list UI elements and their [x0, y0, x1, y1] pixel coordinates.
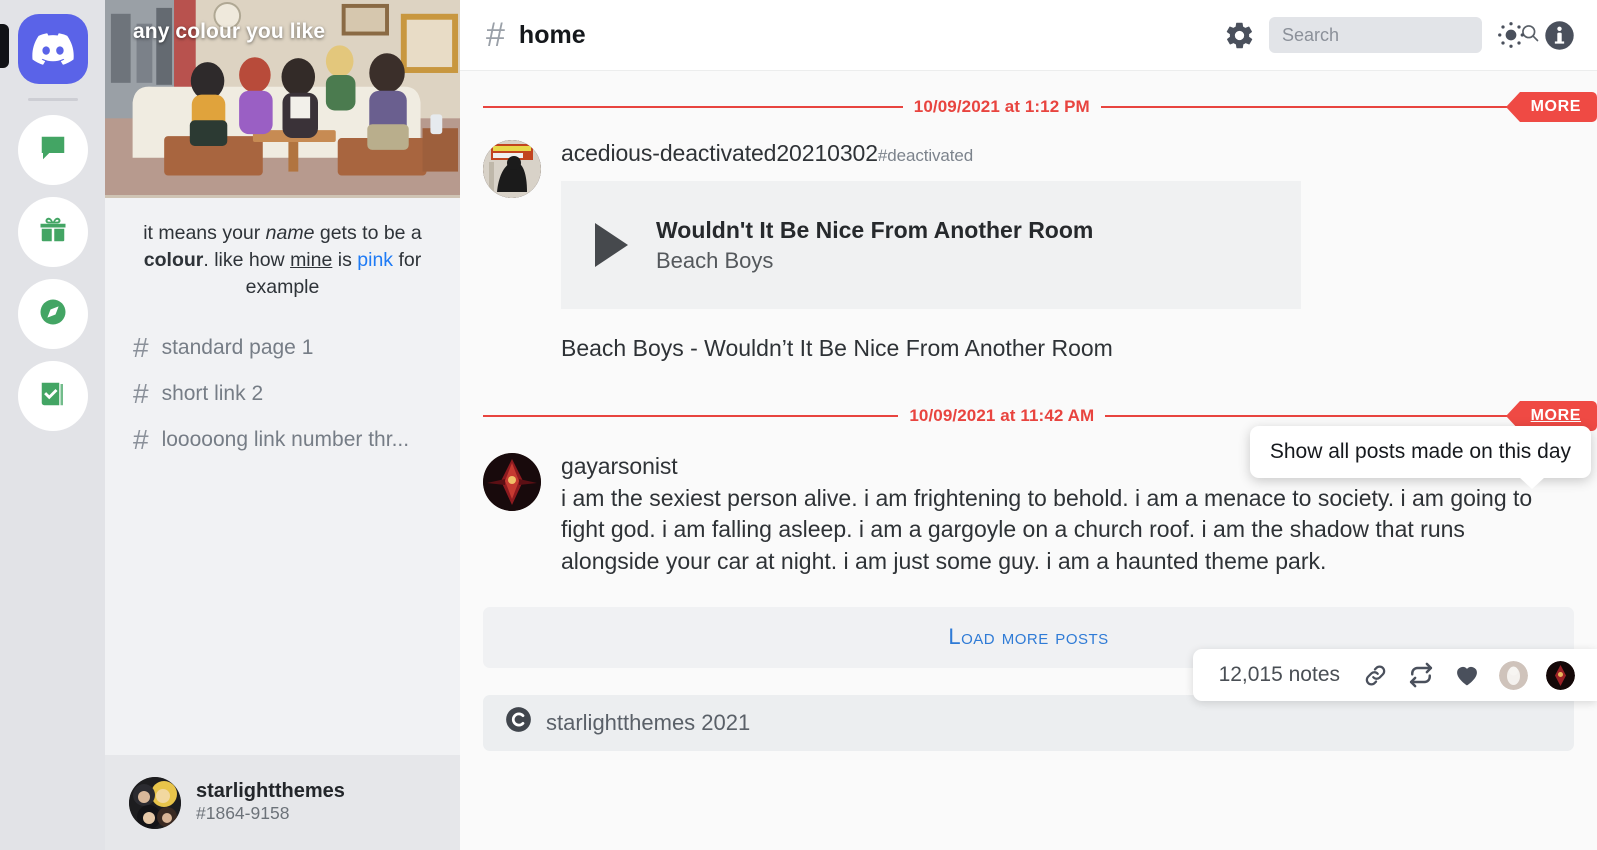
divider-line-right [1100, 106, 1521, 108]
link-icon[interactable] [1362, 662, 1389, 689]
post-caption: Beach Boys - Wouldn’t It Be Nice From An… [561, 335, 1113, 361]
user-tag: #1864-9158 [196, 803, 290, 824]
more-badge[interactable]: MORE [1505, 92, 1597, 122]
avatar[interactable] [483, 140, 541, 198]
desc-part4: is [332, 248, 358, 271]
post-body: acedious-deactivated20210302#deactivated… [561, 140, 1597, 362]
banner-title: any colour you like [133, 20, 326, 43]
heart-icon[interactable] [1453, 661, 1481, 689]
sidebar-description: it means your name gets to be a colour. … [105, 198, 460, 311]
theme-credit: starlightthemes 2021 [483, 694, 1574, 751]
play-icon[interactable] [595, 223, 628, 267]
book-check-icon [38, 379, 68, 414]
chat-bubble-icon [38, 133, 68, 168]
audio-player-card[interactable]: Wouldn't It Be Nice From Another Room Be… [561, 181, 1301, 309]
page-title: home [518, 20, 586, 49]
avatar[interactable] [483, 453, 541, 511]
track-info: Wouldn't It Be Nice From Another Room Be… [656, 215, 1093, 276]
rail-item-gifts[interactable] [17, 197, 88, 267]
rail-divider [27, 98, 78, 101]
desc-part1: it means your [143, 222, 266, 244]
channel-label: short link 2 [161, 381, 264, 405]
note-avatar-2[interactable] [1546, 660, 1575, 690]
channel-list: # standard page 1 # short link 2 # loooo… [105, 311, 460, 463]
hash-icon: # [133, 377, 149, 409]
desc-underline: mine [290, 248, 333, 271]
brightness-sun-icon[interactable] [1496, 20, 1526, 50]
channel-label: standard page 1 [161, 335, 314, 359]
credit-label: starlightthemes 2021 [546, 709, 751, 735]
day-divider: 10/09/2021 at 11:42 AM MORE [460, 401, 1597, 431]
rail-item-tasks[interactable] [17, 361, 88, 431]
divider-line-left [483, 415, 899, 417]
author-name: acedious-deactivated20210302 [561, 140, 878, 166]
post-author[interactable]: acedious-deactivated20210302#deactivated [561, 140, 1567, 167]
post-date: 10/09/2021 at 1:12 PM [913, 97, 1090, 116]
notes-count: 12,015 notes [1218, 663, 1340, 686]
search-input[interactable] [1269, 17, 1539, 53]
sidebar-item-standard-page-1[interactable]: # standard page 1 [133, 325, 460, 371]
post-feed[interactable]: 10/09/2021 at 1:12 PM MORE acedious-deac… [460, 71, 1597, 850]
icon-rail [0, 0, 105, 850]
channel-sidebar: any colour you like it means your name g… [105, 0, 460, 850]
user-panel[interactable]: starlightthemes #1864-9158 [105, 755, 460, 850]
hash-icon: # [133, 423, 149, 455]
user-name: starlightthemes [196, 780, 345, 803]
search-field[interactable] [1282, 24, 1514, 46]
track-artist: Beach Boys [656, 247, 774, 273]
post-text: i am the sexiest person alive. i am frig… [561, 485, 1533, 574]
sidebar-banner: any colour you like [105, 0, 460, 198]
hash-icon: # [133, 331, 149, 363]
discord-logo-icon[interactable] [17, 14, 88, 84]
copyright-icon [505, 706, 532, 739]
avatar[interactable] [129, 776, 181, 829]
active-indicator-pill [0, 24, 9, 68]
tooltip: Show all posts made on this day [1249, 426, 1591, 489]
gear-icon[interactable] [1224, 20, 1255, 51]
top-bar: # home [460, 0, 1597, 71]
note-avatar-1[interactable] [1499, 660, 1528, 690]
author-suffix: #deactivated [877, 146, 974, 165]
sidebar-item-long-link-3[interactable]: # looooong link number thr... [133, 417, 460, 463]
main-column: # home Search 10/09/2021 at 1:12 PM MORE… [460, 0, 1597, 850]
desc-bold: colour [143, 248, 204, 271]
info-icon[interactable] [1544, 20, 1575, 51]
more-label: MORE [1530, 407, 1582, 424]
post-notes-bar: 12,015 notes [1192, 649, 1597, 701]
post-date: 10/09/2021 at 11:42 AM [909, 406, 1095, 425]
channel-label: looooong link number thr... [161, 427, 410, 451]
day-divider: 10/09/2021 at 1:12 PM MORE [460, 92, 1597, 122]
divider-line-left [483, 106, 903, 108]
desc-pink-link[interactable]: pink [357, 249, 393, 271]
compass-icon [38, 297, 68, 332]
sidebar-item-short-link-2[interactable]: # short link 2 [133, 371, 460, 417]
post-header: acedious-deactivated20210302#deactivated… [460, 140, 1597, 362]
reblog-icon[interactable] [1407, 661, 1435, 689]
more-label: MORE [1530, 98, 1581, 115]
rail-item-messages[interactable] [17, 115, 88, 185]
post: acedious-deactivated20210302#deactivated… [460, 118, 1597, 362]
hash-icon: # [486, 16, 505, 54]
load-more-label: Load more posts [948, 624, 1109, 650]
desc-part2: gets to be a [314, 222, 422, 244]
divider-line-right [1105, 415, 1521, 417]
track-title: Wouldn't It Be Nice From Another Room [656, 216, 1094, 243]
rail-item-explore[interactable] [17, 279, 88, 349]
desc-part3: . like how [203, 248, 291, 271]
desc-italic: name [265, 222, 315, 244]
gift-icon [38, 215, 68, 250]
app-root: any colour you like it means your name g… [0, 0, 1597, 850]
author-name: gayarsonist [561, 453, 678, 479]
